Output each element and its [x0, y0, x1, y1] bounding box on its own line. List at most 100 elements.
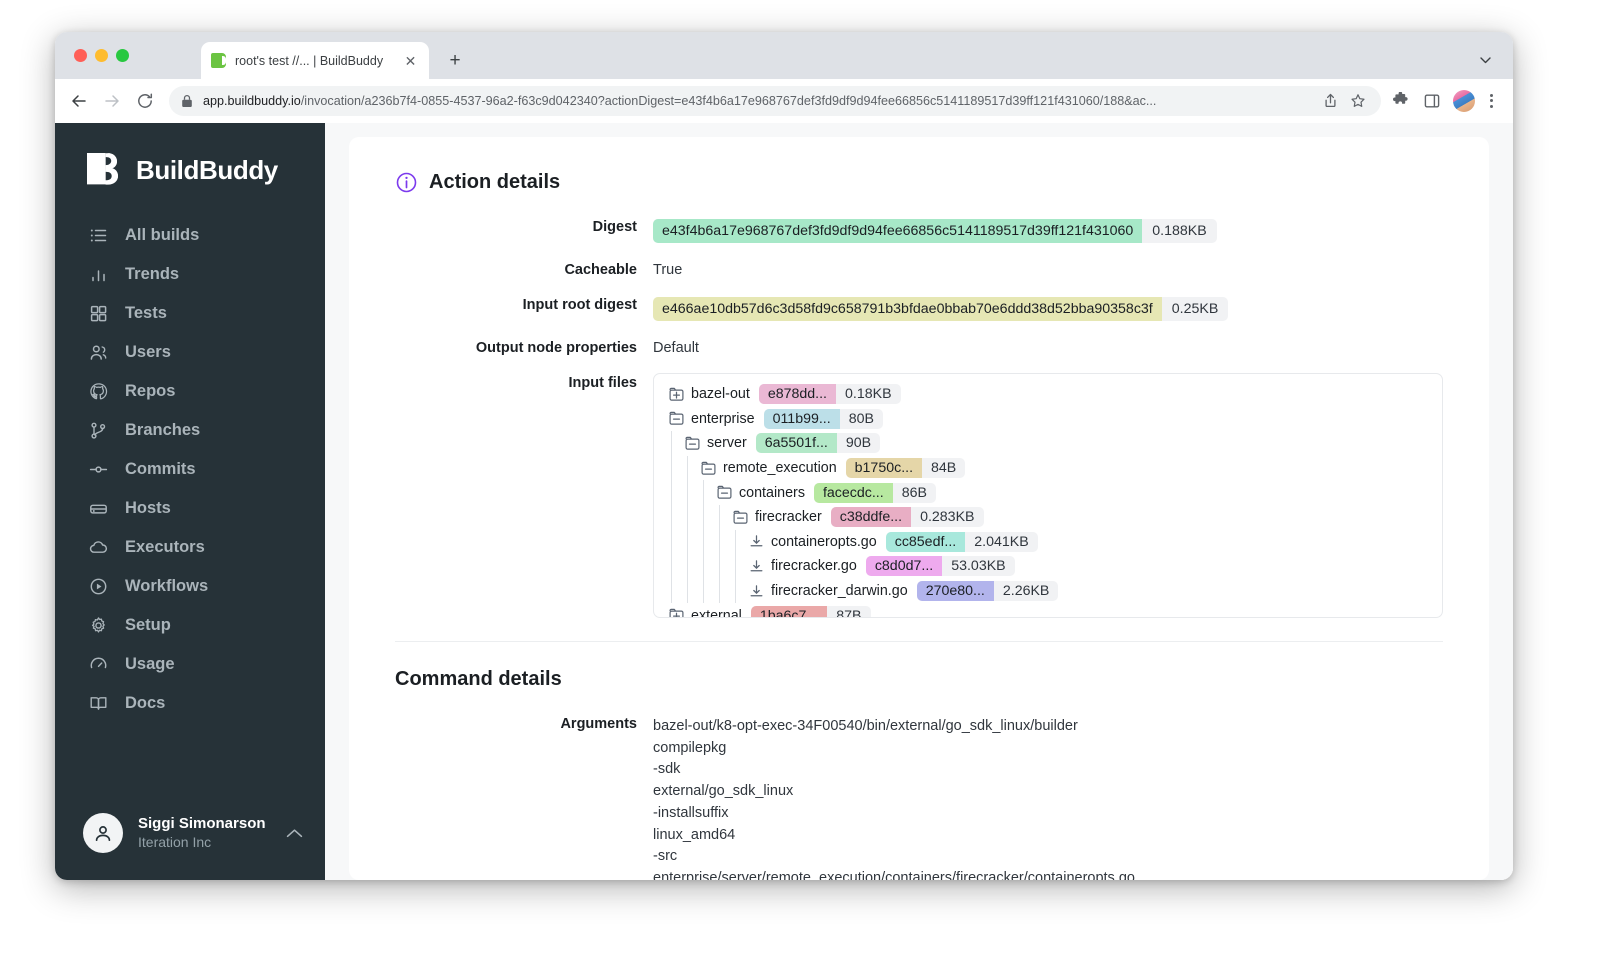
browser-tab-strip: root's test //... | BuildBuddy ✕ + [55, 32, 1513, 79]
tree-node-digest-pill[interactable]: c38ddfe... 0.283KB [830, 507, 984, 528]
chevron-down-icon[interactable] [1475, 50, 1495, 70]
new-tab-button[interactable]: + [443, 48, 467, 72]
tree-guide-line [687, 480, 688, 505]
tree-row[interactable]: enterprise 011b99... 80B [654, 407, 1442, 432]
tree-row[interactable]: server 6a5501f... 90B [654, 431, 1442, 456]
tree-node-digest-pill[interactable]: 1ba6c7... 87B [750, 605, 871, 617]
folder-collapse-icon[interactable] [732, 509, 748, 525]
sidebar-user-org: Iteration Inc [138, 834, 212, 851]
folder-expand-icon[interactable] [668, 386, 684, 402]
tree-indent [654, 554, 748, 579]
sidebar-item-commits[interactable]: Commits [55, 450, 325, 489]
maximize-window-button[interactable] [116, 49, 129, 62]
sidebar-item-all-builds[interactable]: All builds [55, 216, 325, 255]
tree-node-digest-pill[interactable]: cc85edf... 2.041KB [885, 531, 1038, 552]
address-bar[interactable]: app.buildbuddy.io/invocation/a236b7f4-08… [169, 85, 1381, 116]
browser-menu-icon[interactable] [1481, 88, 1501, 114]
tree-row[interactable]: containers facecdc... 86B [654, 480, 1442, 505]
brand-name: BuildBuddy [136, 155, 278, 185]
gauge-icon [87, 654, 109, 676]
sidebar-item-workflows[interactable]: Workflows [55, 567, 325, 606]
tree-node-digest-pill[interactable]: facecdc... 86B [813, 482, 936, 503]
row-output-node-properties: Output node properties Default [395, 337, 1443, 356]
sidebar-item-tests[interactable]: Tests [55, 294, 325, 333]
folder-collapse-icon[interactable] [700, 460, 716, 476]
sidebar-item-setup[interactable]: Setup [55, 606, 325, 645]
sidebar-item-users[interactable]: Users [55, 333, 325, 372]
section-heading-text: Command details [395, 668, 562, 690]
folder-collapse-icon[interactable] [668, 411, 684, 427]
list-icon [87, 225, 109, 247]
page-body: BuildBuddy All builds Trends Tests Users… [55, 123, 1513, 880]
sidebar-item-label: Branches [125, 421, 201, 439]
download-file-icon[interactable] [748, 534, 764, 550]
tree-node-digest-pill[interactable]: b1750c... 84B [845, 458, 966, 479]
input-root-digest-hash: e466ae10db57d6c3d58fd9c658791b3bfdae0bba… [653, 297, 1162, 321]
tree-node-name: containeropts.go [771, 533, 877, 550]
sidebar-item-docs[interactable]: Docs [55, 684, 325, 723]
chevron-up-icon[interactable] [286, 828, 303, 839]
tree-guide-line [703, 554, 704, 579]
sidebar-user-menu[interactable]: Siggi Simonarson Iteration Inc [55, 796, 325, 870]
tree-node-digest-pill[interactable]: e878dd... 0.18KB [758, 384, 901, 405]
digest-pill[interactable]: e43f4b6a17e968767def3fd9df9d94fee66856c5… [653, 219, 1217, 243]
tree-guide-line [719, 529, 720, 555]
tree-guide-line [687, 578, 688, 604]
sidebar-item-label: Setup [125, 616, 171, 634]
tree-row[interactable]: remote_execution b1750c... 84B [654, 455, 1442, 481]
tree-row[interactable]: firecracker_darwin.go 270e80... 2.26KB [654, 578, 1442, 604]
tree-node-digest-pill[interactable]: c8d0d7... 53.03KB [865, 556, 1015, 577]
sidebar-item-hosts[interactable]: Hosts [55, 489, 325, 528]
close-window-button[interactable] [74, 49, 87, 62]
details-card: Action details Digest e43f4b6a17e968767d… [349, 137, 1489, 880]
download-file-icon[interactable] [748, 583, 764, 599]
section-heading-text: Action details [429, 171, 561, 193]
brand-logo[interactable]: BuildBuddy [55, 139, 325, 190]
minimize-window-button[interactable] [95, 49, 108, 62]
sidebar-item-branches[interactable]: Branches [55, 411, 325, 450]
tree-guide-line [671, 529, 672, 555]
tree-node-name: firecracker [755, 509, 822, 526]
sidebar-item-usage[interactable]: Usage [55, 645, 325, 684]
forward-icon[interactable] [98, 87, 126, 115]
action-details-title: Action details [395, 171, 1443, 194]
input-root-digest-pill[interactable]: e466ae10db57d6c3d58fd9c658791b3bfdae0bba… [653, 297, 1229, 321]
download-file-icon[interactable] [748, 558, 764, 574]
sidebar-item-executors[interactable]: Executors [55, 528, 325, 567]
share-icon[interactable] [1319, 90, 1341, 112]
browser-window: root's test //... | BuildBuddy ✕ + app.b… [55, 32, 1513, 880]
sidebar-item-trends[interactable]: Trends [55, 255, 325, 294]
browser-tab[interactable]: root's test //... | BuildBuddy ✕ [201, 42, 429, 79]
sidebar-item-label: Hosts [125, 499, 171, 517]
tree-node-digest-pill[interactable]: 011b99... 80B [763, 408, 883, 429]
tree-node-hash: c38ddfe... [830, 507, 912, 528]
bookmark-star-icon[interactable] [1347, 90, 1369, 112]
tree-row[interactable]: firecracker c38ddfe... 0.283KB [654, 504, 1442, 530]
reload-icon[interactable] [131, 87, 159, 115]
back-icon[interactable] [65, 87, 93, 115]
argument-line: compilepkg [653, 739, 727, 756]
tree-guide-line [671, 431, 672, 456]
argument-line: -installsuffix [653, 804, 729, 821]
tree-row[interactable]: external 1ba6c7... 87B [654, 603, 1442, 617]
tree-row[interactable]: firecracker.go c8d0d7... 53.03KB [654, 554, 1442, 579]
extensions-puzzle-icon[interactable] [1387, 88, 1413, 114]
digest-hash: e43f4b6a17e968767def3fd9df9d94fee66856c5… [653, 219, 1143, 243]
folder-collapse-icon[interactable] [716, 485, 732, 501]
tree-node-digest-pill[interactable]: 270e80... 2.26KB [916, 581, 1059, 602]
input-files-tree[interactable]: bazel-out e878dd... 0.18KB enterprise 011b99… [653, 373, 1443, 618]
folder-collapse-icon[interactable] [684, 435, 700, 451]
tree-node-size: 86B [901, 484, 927, 501]
side-panel-icon[interactable] [1419, 88, 1445, 114]
tree-row[interactable]: bazel-out e878dd... 0.18KB [654, 382, 1442, 407]
profile-avatar[interactable] [1453, 89, 1475, 112]
tree-node-digest-pill[interactable]: 6a5501f... 90B [755, 433, 881, 454]
sidebar: BuildBuddy All builds Trends Tests Users… [55, 123, 325, 880]
sidebar-item-label: Users [125, 343, 171, 361]
close-icon[interactable]: ✕ [402, 52, 419, 69]
tree-row[interactable]: containeropts.go cc85edf... 2.041KB [654, 529, 1442, 555]
folder-expand-icon[interactable] [668, 608, 684, 617]
sidebar-item-repos[interactable]: Repos [55, 372, 325, 411]
